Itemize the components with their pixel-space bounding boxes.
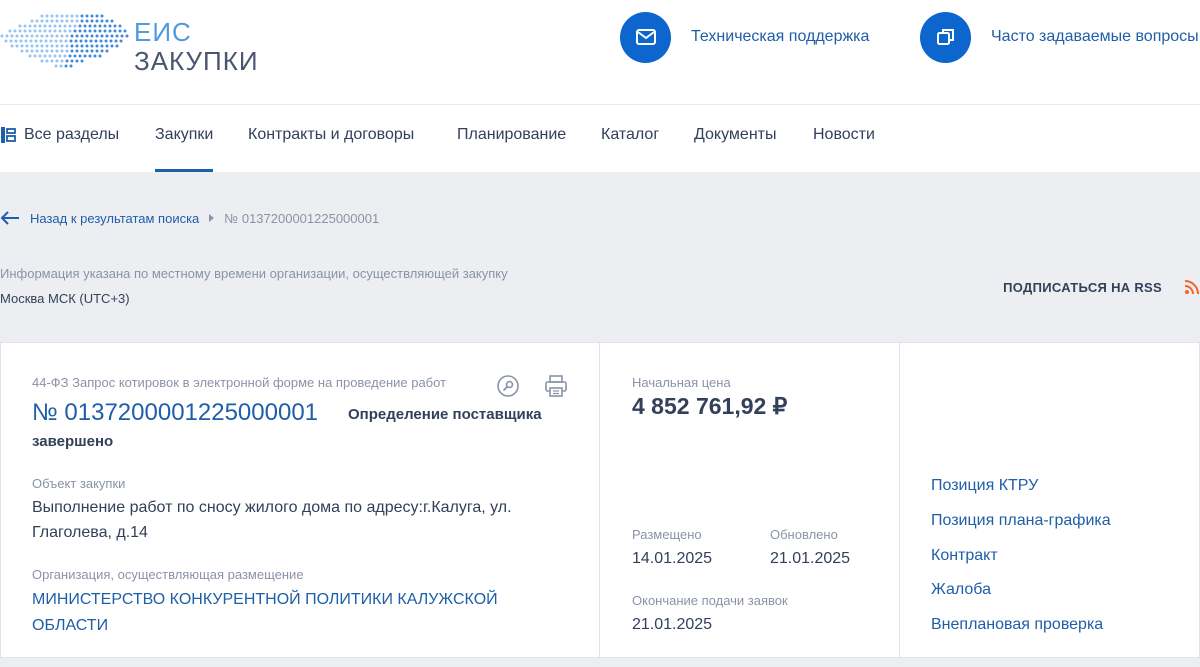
purchase-card: 44-ФЗ Запрос котировок в электронной фор… [0, 342, 1200, 658]
column-divider [599, 343, 600, 657]
nav-item-documents[interactable]: Документы [694, 105, 776, 173]
posted-date: 14.01.2025 [632, 550, 713, 567]
tech-support-link[interactable]: Техническая поддержка [620, 11, 870, 63]
price-label: Начальная цена [632, 375, 731, 390]
tech-support-label: Техническая поддержка [691, 28, 870, 45]
nav-item-planning[interactable]: Планирование [457, 105, 566, 173]
site-header: ЕИС ЗАКУПКИ Техническая поддержка Часто … [0, 0, 1200, 104]
copy-icon [920, 11, 971, 63]
updated-label: Обновлено [770, 527, 838, 542]
organization-link[interactable]: МИНИСТЕРСТВО КОНКУРЕНТНОЙ ПОЛИТИКИ КАЛУЖ… [32, 587, 532, 639]
nav-item-purchases[interactable]: Закупки [155, 105, 214, 173]
main-nav: Все разделы Закупки Контракты и договоры… [0, 104, 1200, 172]
complaint-link[interactable]: Жалоба [931, 581, 991, 599]
ktru-position-link[interactable]: Позиция КТРУ [931, 477, 1038, 495]
nav-all-sections[interactable]: Все разделы [0, 105, 119, 165]
back-to-results-link[interactable]: Назад к результатам поиска [0, 211, 199, 226]
object-value: Выполнение работ по сносу жилого дома по… [32, 499, 512, 541]
deadline-date: 21.01.2025 [632, 616, 713, 633]
faq-link[interactable]: Часто задаваемые вопросы [920, 11, 1199, 63]
purchase-status: Определение поставщика завершено [32, 406, 542, 450]
breadcrumb-current: № 0137200001225000001 [224, 210, 380, 226]
deadline-label: Окончание подачи заявок [632, 593, 788, 608]
nav-item-catalog[interactable]: Каталог [601, 105, 659, 173]
rss-subscribe-link[interactable]: ПОДПИСАТЬСЯ НА RSS [1003, 280, 1162, 295]
unscheduled-inspection-link[interactable]: Внеплановая проверка [931, 616, 1103, 634]
mail-icon [620, 11, 671, 63]
plan-schedule-position-link[interactable]: Позиция плана-графика [931, 512, 1111, 530]
nav-item-contracts[interactable]: Контракты и договоры [248, 105, 414, 173]
russia-map-logo-icon [0, 14, 129, 68]
logo-text: ЕИС ЗАКУПКИ [134, 18, 259, 76]
rss-icon[interactable] [1184, 279, 1200, 295]
breadcrumb: Назад к результатам поиска № 01372000012… [0, 206, 379, 230]
nav-all-sections-label: Все разделы [24, 126, 120, 143]
arrow-left-icon [0, 211, 19, 225]
organization-label: Организация, осуществляющая размещение [32, 567, 304, 582]
logo-line1: ЕИС [134, 17, 192, 47]
breadcrumb-separator-icon [209, 214, 215, 222]
contract-link[interactable]: Контракт [931, 547, 998, 565]
search-document-icon[interactable] [495, 373, 521, 399]
price-value: 4 852 761,92 ₽ [632, 393, 788, 419]
timezone-value: Москва МСК (UTC+3) [0, 291, 130, 306]
nav-item-news[interactable]: Новости [813, 105, 875, 173]
back-to-results-label: Назад к результатам поиска [30, 210, 200, 226]
logo-line2: ЗАКУПКИ [134, 46, 259, 76]
faq-label: Часто задаваемые вопросы [991, 28, 1199, 45]
sections-grid-icon [1, 127, 16, 143]
object-label: Объект закупки [32, 476, 126, 491]
column-divider [899, 343, 900, 657]
law-type: 44-ФЗ Запрос котировок в электронной фор… [32, 375, 447, 390]
updated-date: 21.01.2025 [770, 550, 851, 567]
eis-logo[interactable]: ЕИС ЗАКУПКИ [0, 8, 260, 78]
timezone-note: Информация указана по местному времени о… [0, 266, 508, 281]
print-icon[interactable] [543, 373, 569, 399]
posted-label: Размещено [632, 527, 702, 542]
